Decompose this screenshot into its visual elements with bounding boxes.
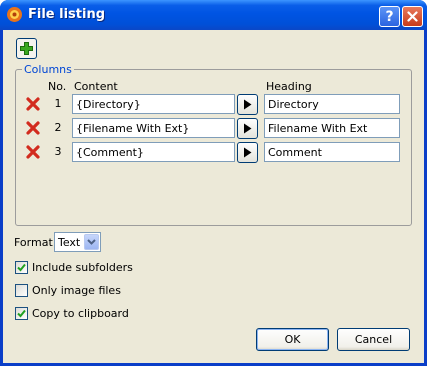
ok-button-label: OK (284, 333, 301, 346)
columns-group: Columns No. Content Heading 1 {Directory… (15, 63, 413, 226)
content-column-header: Content (74, 80, 118, 93)
title-bar[interactable]: File listing ? (0, 0, 427, 30)
content-field[interactable]: {Filename With Ext} (72, 118, 235, 138)
plus-icon (20, 42, 33, 55)
checkmark-icon (17, 263, 26, 272)
help-button[interactable]: ? (379, 6, 400, 27)
dialog-window: File listing ? Columns No. Content Headi… (0, 0, 427, 366)
heading-field[interactable]: Filename With Ext (264, 118, 400, 138)
insert-field-button[interactable] (237, 94, 258, 115)
heading-field[interactable]: Comment (264, 142, 400, 162)
cancel-button[interactable]: Cancel (337, 328, 410, 351)
copy-to-clipboard-checkbox[interactable] (15, 307, 28, 320)
column-row: 2 {Filename With Ext} Filename With Ext (16, 118, 413, 139)
close-button[interactable] (402, 6, 423, 27)
chevron-down-icon[interactable] (84, 234, 99, 250)
help-icon: ? (385, 8, 394, 25)
heading-field[interactable]: Directory (264, 94, 400, 114)
format-label: Format (14, 236, 53, 249)
content-field[interactable]: {Directory} (72, 94, 235, 114)
only-image-files-label[interactable]: Only image files (32, 284, 121, 297)
delete-icon[interactable] (26, 145, 40, 159)
delete-icon[interactable] (26, 97, 40, 111)
include-subfolders-checkbox[interactable] (15, 261, 28, 274)
no-column-header: No. (48, 80, 67, 93)
play-arrow-icon (244, 147, 252, 158)
row-number: 1 (54, 97, 62, 110)
checkmark-icon (17, 309, 26, 318)
column-row: 1 {Directory} Directory (16, 94, 413, 115)
row-number: 2 (54, 121, 62, 134)
delete-icon[interactable] (26, 121, 40, 135)
play-arrow-icon (244, 99, 252, 110)
include-subfolders-label[interactable]: Include subfolders (32, 261, 133, 274)
copy-to-clipboard-label[interactable]: Copy to clipboard (32, 307, 129, 320)
dialog-body: Columns No. Content Heading 1 {Directory… (3, 30, 424, 363)
column-row: 3 {Comment} Comment (16, 142, 413, 163)
add-column-button[interactable] (16, 38, 37, 59)
close-icon (407, 11, 418, 22)
row-number: 3 (54, 145, 62, 158)
cancel-button-label: Cancel (354, 333, 393, 346)
columns-group-label: Columns (22, 63, 74, 76)
ok-button[interactable]: OK (256, 328, 329, 351)
only-image-files-checkbox[interactable] (15, 284, 28, 297)
app-icon (7, 7, 22, 22)
play-arrow-icon (244, 123, 252, 134)
content-field[interactable]: {Comment} (72, 142, 235, 162)
window-title: File listing (28, 7, 106, 22)
insert-field-button[interactable] (237, 118, 258, 139)
format-select[interactable]: Text (54, 232, 101, 252)
heading-column-header: Heading (266, 80, 312, 93)
insert-field-button[interactable] (237, 142, 258, 163)
format-value: Text (58, 236, 81, 249)
